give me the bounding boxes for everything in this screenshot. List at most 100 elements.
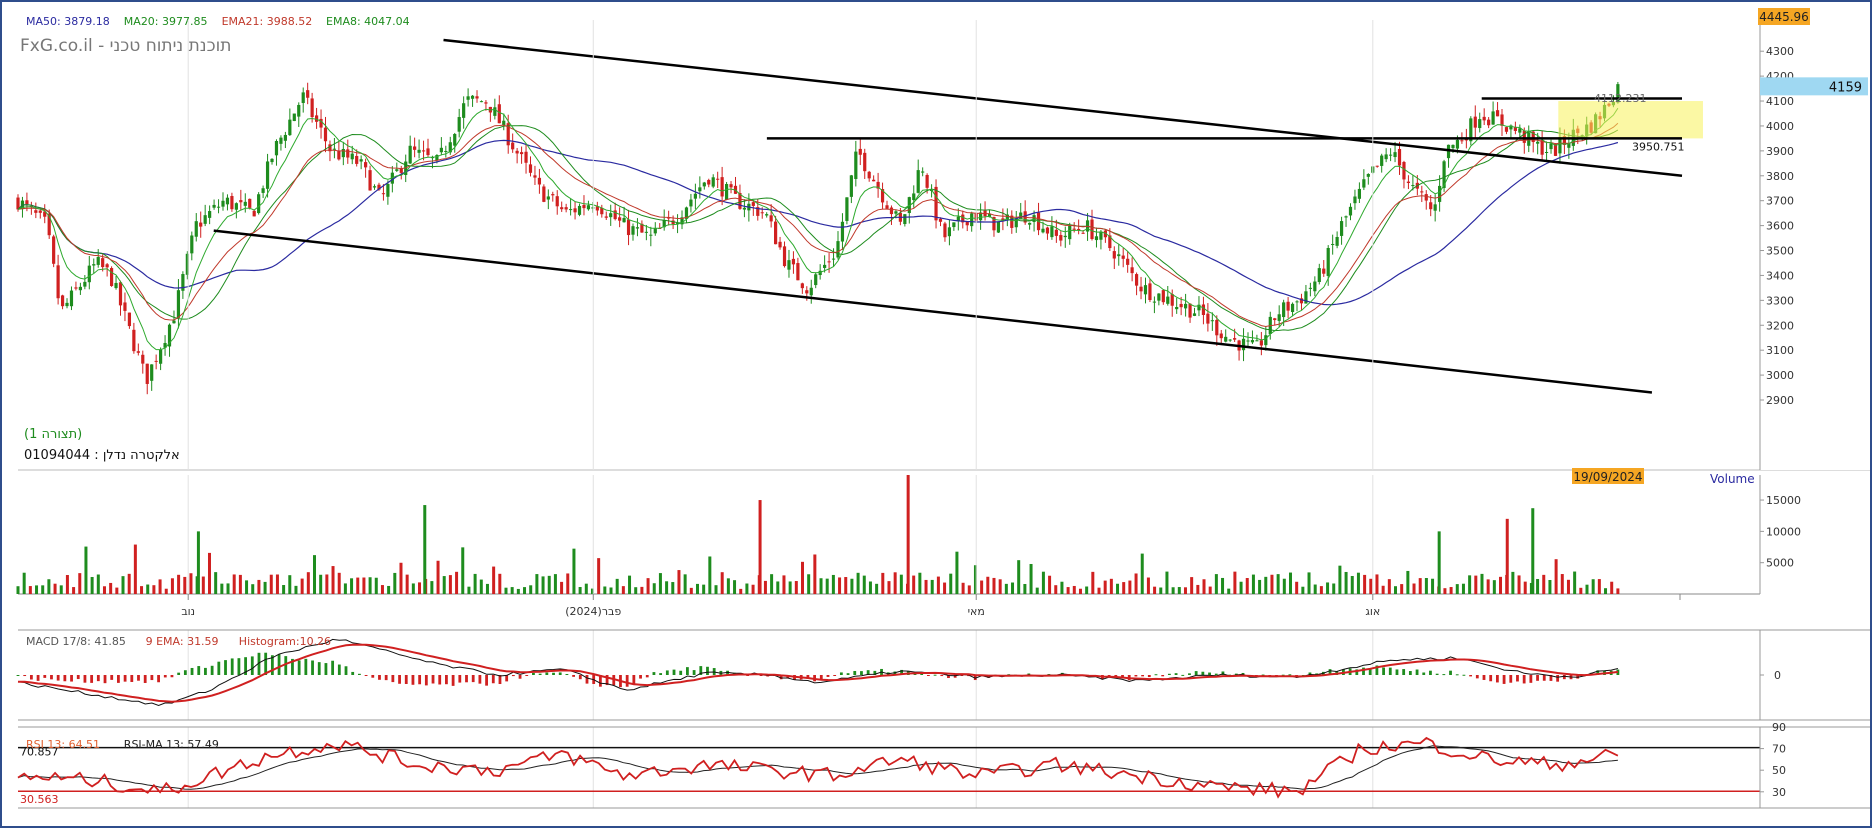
candle-body bbox=[720, 177, 724, 197]
volume-bar bbox=[825, 578, 829, 594]
macd-histogram-bar bbox=[672, 669, 676, 675]
macd-histogram-bar bbox=[70, 675, 73, 682]
volume-bar bbox=[214, 572, 218, 594]
rsi-level-label: 30.563 bbox=[20, 793, 59, 806]
volume-bar bbox=[1517, 575, 1521, 594]
volume-bar bbox=[152, 585, 156, 594]
candle-body bbox=[243, 201, 247, 206]
volume-bar bbox=[1338, 565, 1342, 594]
candle-body bbox=[1134, 274, 1139, 286]
rsi-indicator-label: RSI-MA 13: 57.49 bbox=[124, 738, 219, 751]
candle-body bbox=[208, 211, 212, 218]
macd-histogram-bar bbox=[264, 652, 268, 675]
volume-bar bbox=[763, 580, 767, 594]
macd-histogram-bar bbox=[237, 658, 241, 675]
candle-body bbox=[150, 364, 154, 381]
macd-histogram-bar bbox=[1214, 673, 1218, 675]
candle-body bbox=[814, 274, 818, 286]
volume-bar bbox=[504, 587, 508, 594]
candle-body bbox=[1192, 313, 1197, 316]
macd-histogram-bar bbox=[478, 675, 482, 684]
candle-body bbox=[1429, 202, 1433, 210]
macd-histogram-bar bbox=[659, 673, 663, 675]
candle-body bbox=[560, 207, 564, 210]
volume-bar bbox=[529, 585, 533, 594]
candle-body bbox=[154, 360, 158, 362]
macd-histogram-bar bbox=[90, 675, 94, 683]
candle-body bbox=[297, 104, 301, 117]
volume-bar bbox=[461, 547, 465, 594]
volume-bar bbox=[387, 585, 391, 594]
volume-bar bbox=[1356, 572, 1360, 594]
volume-bar bbox=[28, 586, 32, 594]
candle-body bbox=[836, 241, 840, 258]
candle-body bbox=[1540, 140, 1544, 155]
candle-body bbox=[609, 213, 613, 218]
candle-body bbox=[83, 281, 87, 287]
macd-histogram-bar bbox=[445, 675, 448, 685]
volume-bar bbox=[868, 581, 872, 594]
candle-body bbox=[1246, 340, 1250, 342]
macd-histogram-bar bbox=[183, 670, 187, 675]
candle-body bbox=[524, 151, 528, 163]
candle-body bbox=[1544, 152, 1549, 154]
volume-tick-label: 15000 bbox=[1766, 494, 1801, 507]
macd-histogram-bar bbox=[1556, 675, 1560, 682]
candle-body bbox=[1143, 285, 1148, 295]
price-tick-label: 4000 bbox=[1766, 120, 1794, 133]
macd-histogram-bar bbox=[1509, 675, 1513, 683]
volume-bar bbox=[245, 580, 249, 594]
candle-body bbox=[622, 218, 626, 223]
volume-bar bbox=[1202, 579, 1206, 594]
volume-bar bbox=[998, 579, 1002, 594]
candle-body bbox=[618, 217, 622, 221]
macd-histogram-bar bbox=[1435, 673, 1439, 675]
candle-body bbox=[577, 205, 582, 215]
candle-body bbox=[702, 182, 706, 187]
volume-bar bbox=[1183, 587, 1187, 594]
x-tick-label: אוג bbox=[1365, 605, 1380, 618]
macd-histogram-bar bbox=[645, 675, 649, 678]
volume-bar bbox=[380, 585, 384, 594]
price-tick-label: 3000 bbox=[1766, 369, 1794, 382]
volume-bar bbox=[207, 552, 211, 594]
candle-body bbox=[444, 150, 448, 152]
candle-body bbox=[1179, 303, 1183, 308]
volume-bar bbox=[936, 576, 940, 594]
candle-body bbox=[408, 145, 412, 164]
candle-body bbox=[1375, 165, 1379, 167]
candle-body bbox=[386, 184, 390, 197]
volume-bar bbox=[1437, 531, 1441, 594]
candle-body bbox=[845, 197, 849, 221]
candle-body bbox=[252, 210, 256, 217]
volume-bar bbox=[492, 566, 496, 594]
volume-bar bbox=[133, 544, 137, 594]
macd-histogram-bar bbox=[665, 670, 669, 675]
candle-body bbox=[854, 151, 858, 179]
candle-body bbox=[889, 207, 894, 215]
macd-histogram-bar bbox=[23, 675, 27, 677]
volume-bar bbox=[72, 587, 76, 594]
candle-body bbox=[346, 149, 350, 158]
volume-bar bbox=[251, 584, 255, 594]
candle-body bbox=[1210, 320, 1214, 322]
candle-body bbox=[867, 171, 871, 179]
macd-histogram-bar bbox=[585, 675, 589, 684]
candle-body bbox=[38, 210, 42, 213]
macd-histogram-bar bbox=[43, 675, 47, 678]
candle-body bbox=[457, 117, 461, 132]
candle-body bbox=[109, 268, 114, 286]
candle-body bbox=[1500, 114, 1504, 126]
volume-bar bbox=[665, 581, 669, 594]
candle-body bbox=[831, 258, 836, 260]
volume-bar bbox=[405, 574, 409, 594]
volume-bar bbox=[1369, 578, 1373, 594]
price-indicator-label: EMA21: 3988.52 bbox=[222, 15, 313, 28]
volume-bar bbox=[578, 586, 582, 594]
volume-bar bbox=[708, 556, 712, 594]
volume-bar bbox=[1066, 587, 1070, 594]
candle-body bbox=[1411, 185, 1415, 187]
candle-body bbox=[542, 186, 546, 202]
volume-bar bbox=[140, 586, 144, 594]
volume-bar bbox=[1480, 573, 1484, 594]
